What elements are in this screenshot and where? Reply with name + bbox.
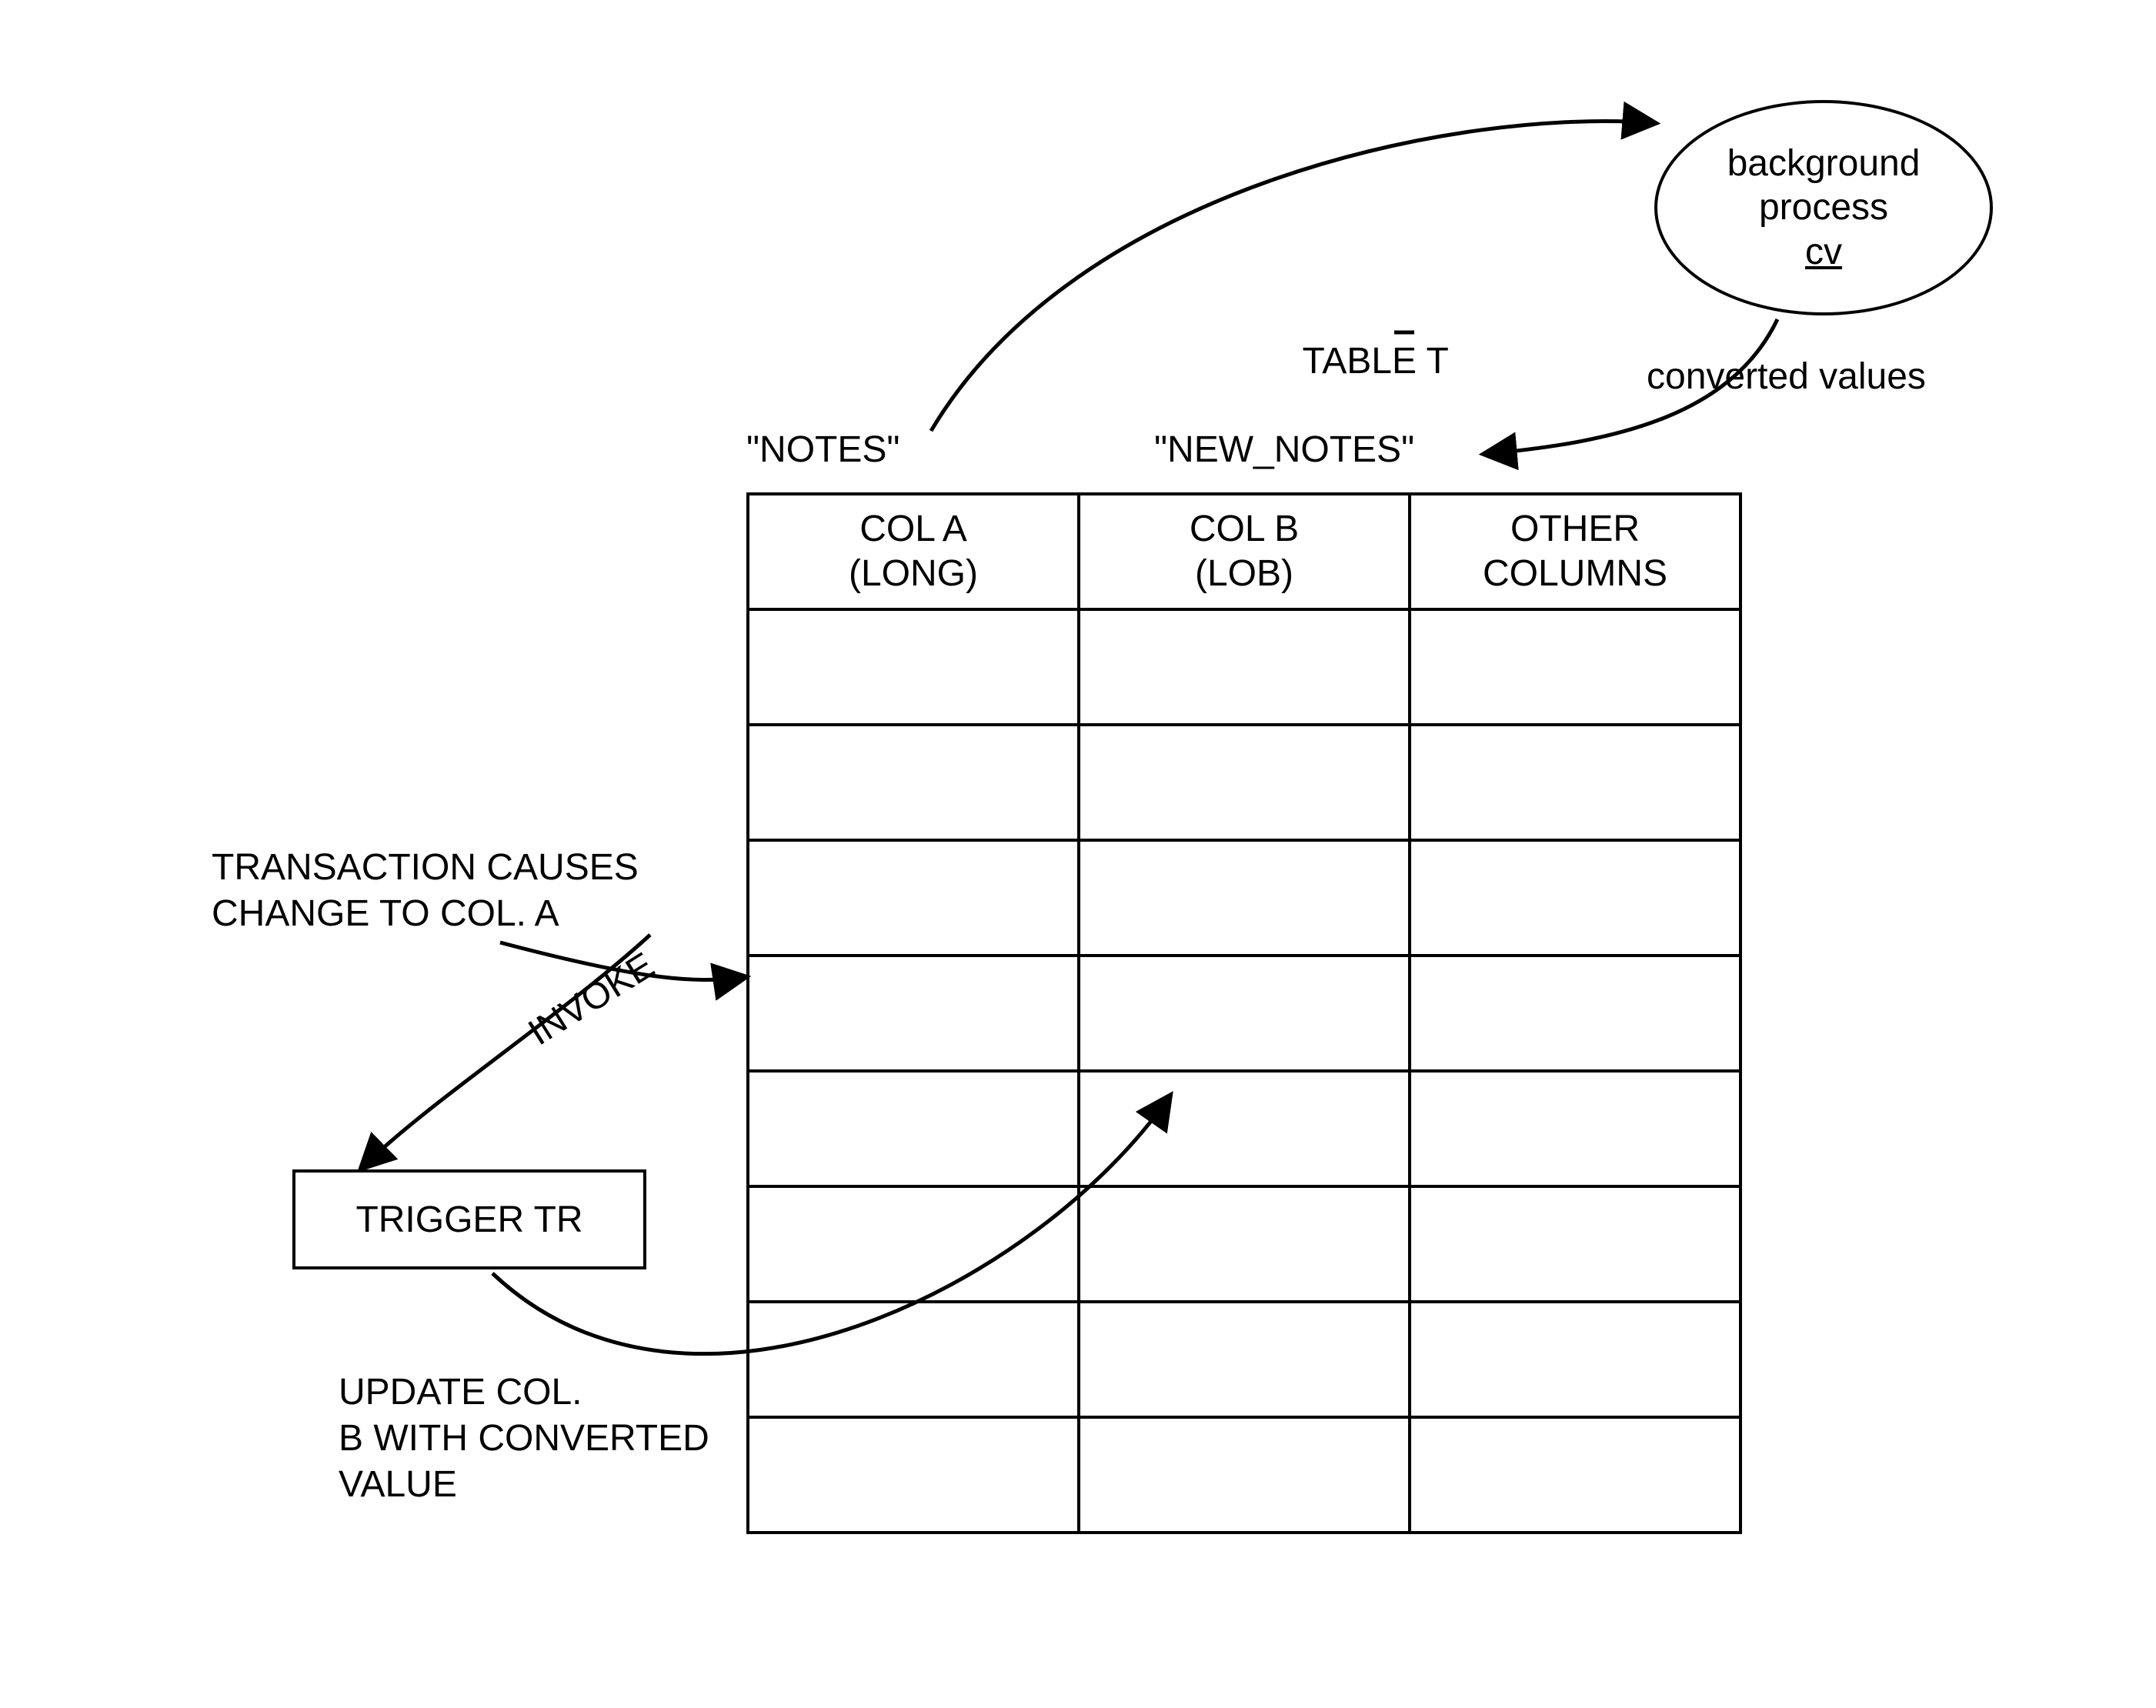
arrow-transaction-to-cola	[500, 942, 745, 980]
diagram-stage: TABLE T "NOTES" "NEW_NOTES" COL A (LONG)…	[0, 0, 2156, 1708]
trigger-box: TRIGGER TR	[292, 1169, 646, 1269]
table-row	[748, 1302, 1740, 1417]
table-t: COL A (LONG) COL B (LOB) OTHER COLUMNS	[746, 492, 1742, 1534]
table-row	[748, 1417, 1740, 1533]
header-col-b: COL B (LOB)	[1079, 494, 1410, 609]
transaction-text: TRANSACTION CAUSES CHANGE TO COL. A	[212, 845, 639, 937]
header-col-c: OTHER COLUMNS	[1410, 494, 1740, 609]
notes-label: "NOTES"	[746, 427, 899, 473]
converted-values-label: converted values	[1647, 354, 1926, 400]
bg-process-cv: cv	[1805, 230, 1842, 275]
table-row	[748, 609, 1740, 725]
arrow-invoke	[362, 935, 650, 1168]
table-row	[748, 956, 1740, 1071]
table-row	[748, 725, 1740, 840]
update-text: UPDATE COL. B WITH CONVERTED VALUE	[339, 1369, 709, 1508]
table-row	[748, 1186, 1740, 1302]
table-row	[748, 840, 1740, 956]
bg-process-line2: process	[1759, 185, 1888, 230]
bg-process-line1: background	[1727, 142, 1921, 186]
new-notes-label: "NEW_NOTES"	[1154, 427, 1414, 473]
background-process-ellipse: background process cv	[1654, 100, 1993, 315]
table-row	[748, 1071, 1740, 1186]
invoke-label: INVOKE	[522, 945, 662, 1053]
header-col-a: COL A (LONG)	[748, 494, 1079, 609]
